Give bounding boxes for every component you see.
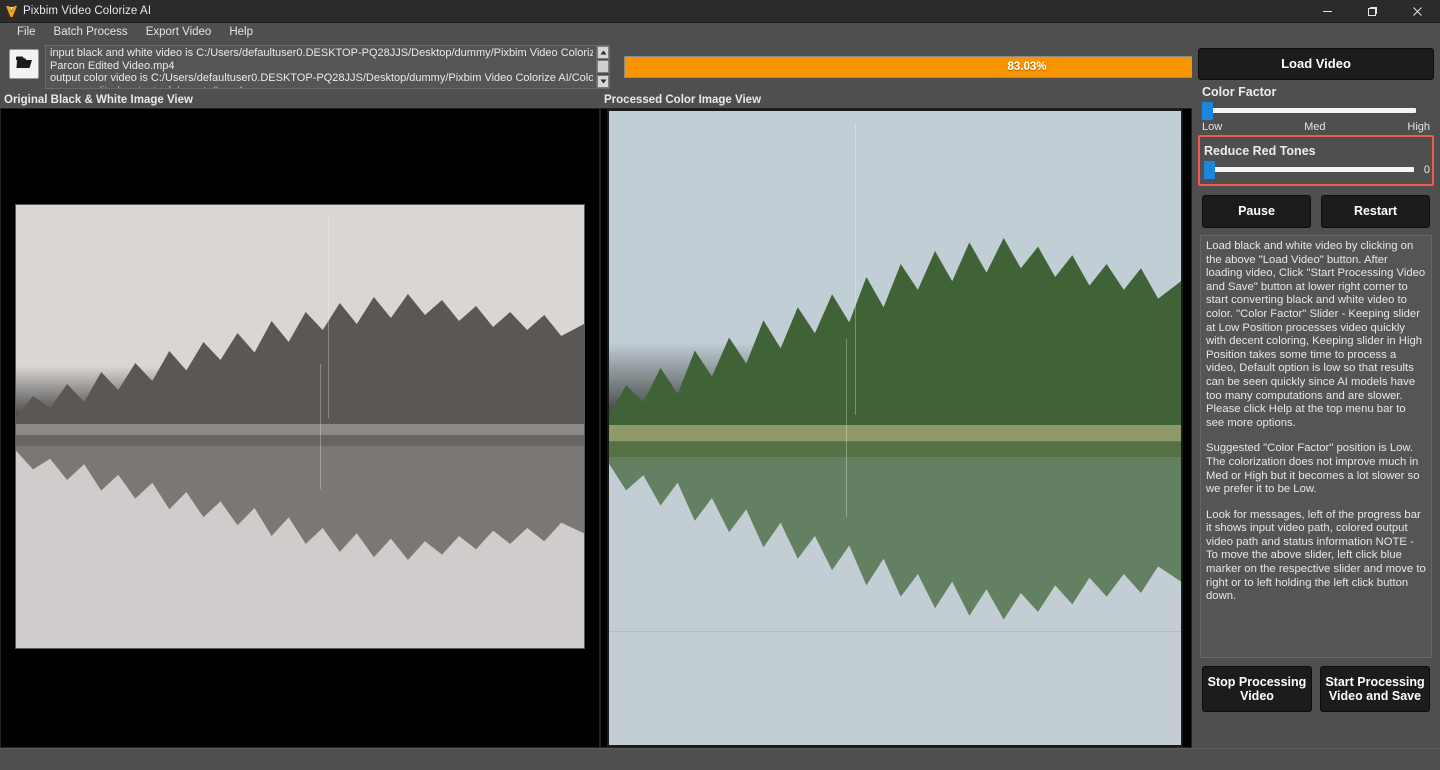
load-video-button[interactable]: Load Video xyxy=(1198,48,1434,80)
photo-reflection xyxy=(609,440,1181,631)
color-factor-high-label: High xyxy=(1407,121,1430,133)
window-title: Pixbim Video Colorize AI xyxy=(23,5,152,17)
menu-item-export-video[interactable]: Export Video xyxy=(137,23,221,42)
menu-item-help[interactable]: Help xyxy=(220,23,262,42)
menu-item-file[interactable]: File xyxy=(8,23,45,42)
instructions-panel: Load black and white video by clicking o… xyxy=(1200,235,1432,658)
restart-button[interactable]: Restart xyxy=(1321,195,1430,228)
status-bar xyxy=(0,748,1440,770)
log-text: input black and white video is C:/Users/… xyxy=(46,46,609,88)
open-folder-icon xyxy=(14,55,33,74)
menu-bar: File Batch Process Export Video Help xyxy=(0,23,1440,42)
minimize-button[interactable] xyxy=(1305,0,1350,23)
image-viewers: Original Black & White Image View Proces… xyxy=(0,92,1192,748)
reduce-red-tones-slider-handle[interactable] xyxy=(1204,161,1215,179)
color-factor-med-label: Med xyxy=(1304,121,1326,133)
photo-reflection xyxy=(16,435,584,569)
scroll-down-arrow-icon[interactable] xyxy=(597,75,609,88)
color-factor-low-label: Low xyxy=(1202,121,1223,133)
color-factor-slider-track[interactable] xyxy=(1202,108,1416,113)
processing-buttons: Stop Processing Video Start Processing V… xyxy=(1202,666,1430,712)
log-scrollbar-thumb[interactable] xyxy=(597,60,609,73)
original-photo xyxy=(15,204,585,649)
log-panel[interactable]: input black and white video is C:/Users/… xyxy=(45,45,610,89)
color-factor-label: Color Factor xyxy=(1202,85,1277,99)
instruction-paragraph: Look for messages, left of the progress … xyxy=(1206,508,1426,603)
reduce-red-tones-label: Reduce Red Tones xyxy=(1204,144,1316,158)
close-button[interactable] xyxy=(1395,0,1440,23)
color-factor-slider[interactable] xyxy=(1202,102,1430,120)
playback-buttons: Pause Restart xyxy=(1202,195,1430,228)
log-line: output color video is C:/Users/defaultus… xyxy=(50,72,593,85)
processed-image-canvas[interactable] xyxy=(600,108,1192,748)
photo-wire xyxy=(328,213,330,418)
reduce-red-tones-value: 0 xyxy=(1423,164,1430,176)
start-processing-button[interactable]: Start Processing Video and Save xyxy=(1320,666,1430,712)
original-image-canvas[interactable] xyxy=(0,108,600,748)
open-folder-button[interactable] xyxy=(9,49,39,79)
reduce-red-tones-highlight: Reduce Red Tones 0 xyxy=(1198,135,1434,186)
color-factor-scale: Low Med High xyxy=(1202,121,1430,133)
photo-pole xyxy=(846,339,848,517)
log-line: input black and white video is C:/Users/… xyxy=(50,47,593,59)
pixbim-logo-icon xyxy=(0,0,22,23)
window-controls xyxy=(1305,0,1440,23)
reduce-red-tones-slider[interactable]: 0 xyxy=(1204,161,1430,179)
scroll-up-arrow-icon[interactable] xyxy=(597,46,609,59)
stop-processing-button[interactable]: Stop Processing Video xyxy=(1202,666,1312,712)
menu-item-batch-process[interactable]: Batch Process xyxy=(45,23,137,42)
title-bar: Pixbim Video Colorize AI xyxy=(0,0,1440,23)
photo-treeline xyxy=(609,225,1181,441)
instruction-paragraph: Load black and white video by clicking o… xyxy=(1206,240,1426,429)
instruction-paragraph: Suggested "Color Factor" position is Low… xyxy=(1206,442,1420,496)
photo-treeline xyxy=(16,284,584,436)
color-factor-slider-handle[interactable] xyxy=(1202,102,1213,120)
log-line: Parcon Edited Video.mp4 xyxy=(50,59,175,72)
reduce-red-tones-slider-track[interactable] xyxy=(1204,167,1414,172)
photo-wire xyxy=(854,123,856,416)
photo-pole xyxy=(319,364,321,489)
processed-viewer-title: Processed Color Image View xyxy=(600,92,1192,108)
processed-viewer: Processed Color Image View xyxy=(600,92,1192,748)
pause-button[interactable]: Pause xyxy=(1202,195,1311,228)
processed-photo xyxy=(607,109,1183,747)
original-viewer-title: Original Black & White Image View xyxy=(0,92,600,108)
maximize-button[interactable] xyxy=(1350,0,1395,23)
log-scrollbar[interactable] xyxy=(596,46,609,88)
log-line: parcon_edited_output_cf_low_rt_0.mp4 xyxy=(50,85,593,88)
control-panel: Load Video Color Factor Low Med High Red… xyxy=(1192,42,1440,748)
original-viewer: Original Black & White Image View xyxy=(0,92,600,748)
